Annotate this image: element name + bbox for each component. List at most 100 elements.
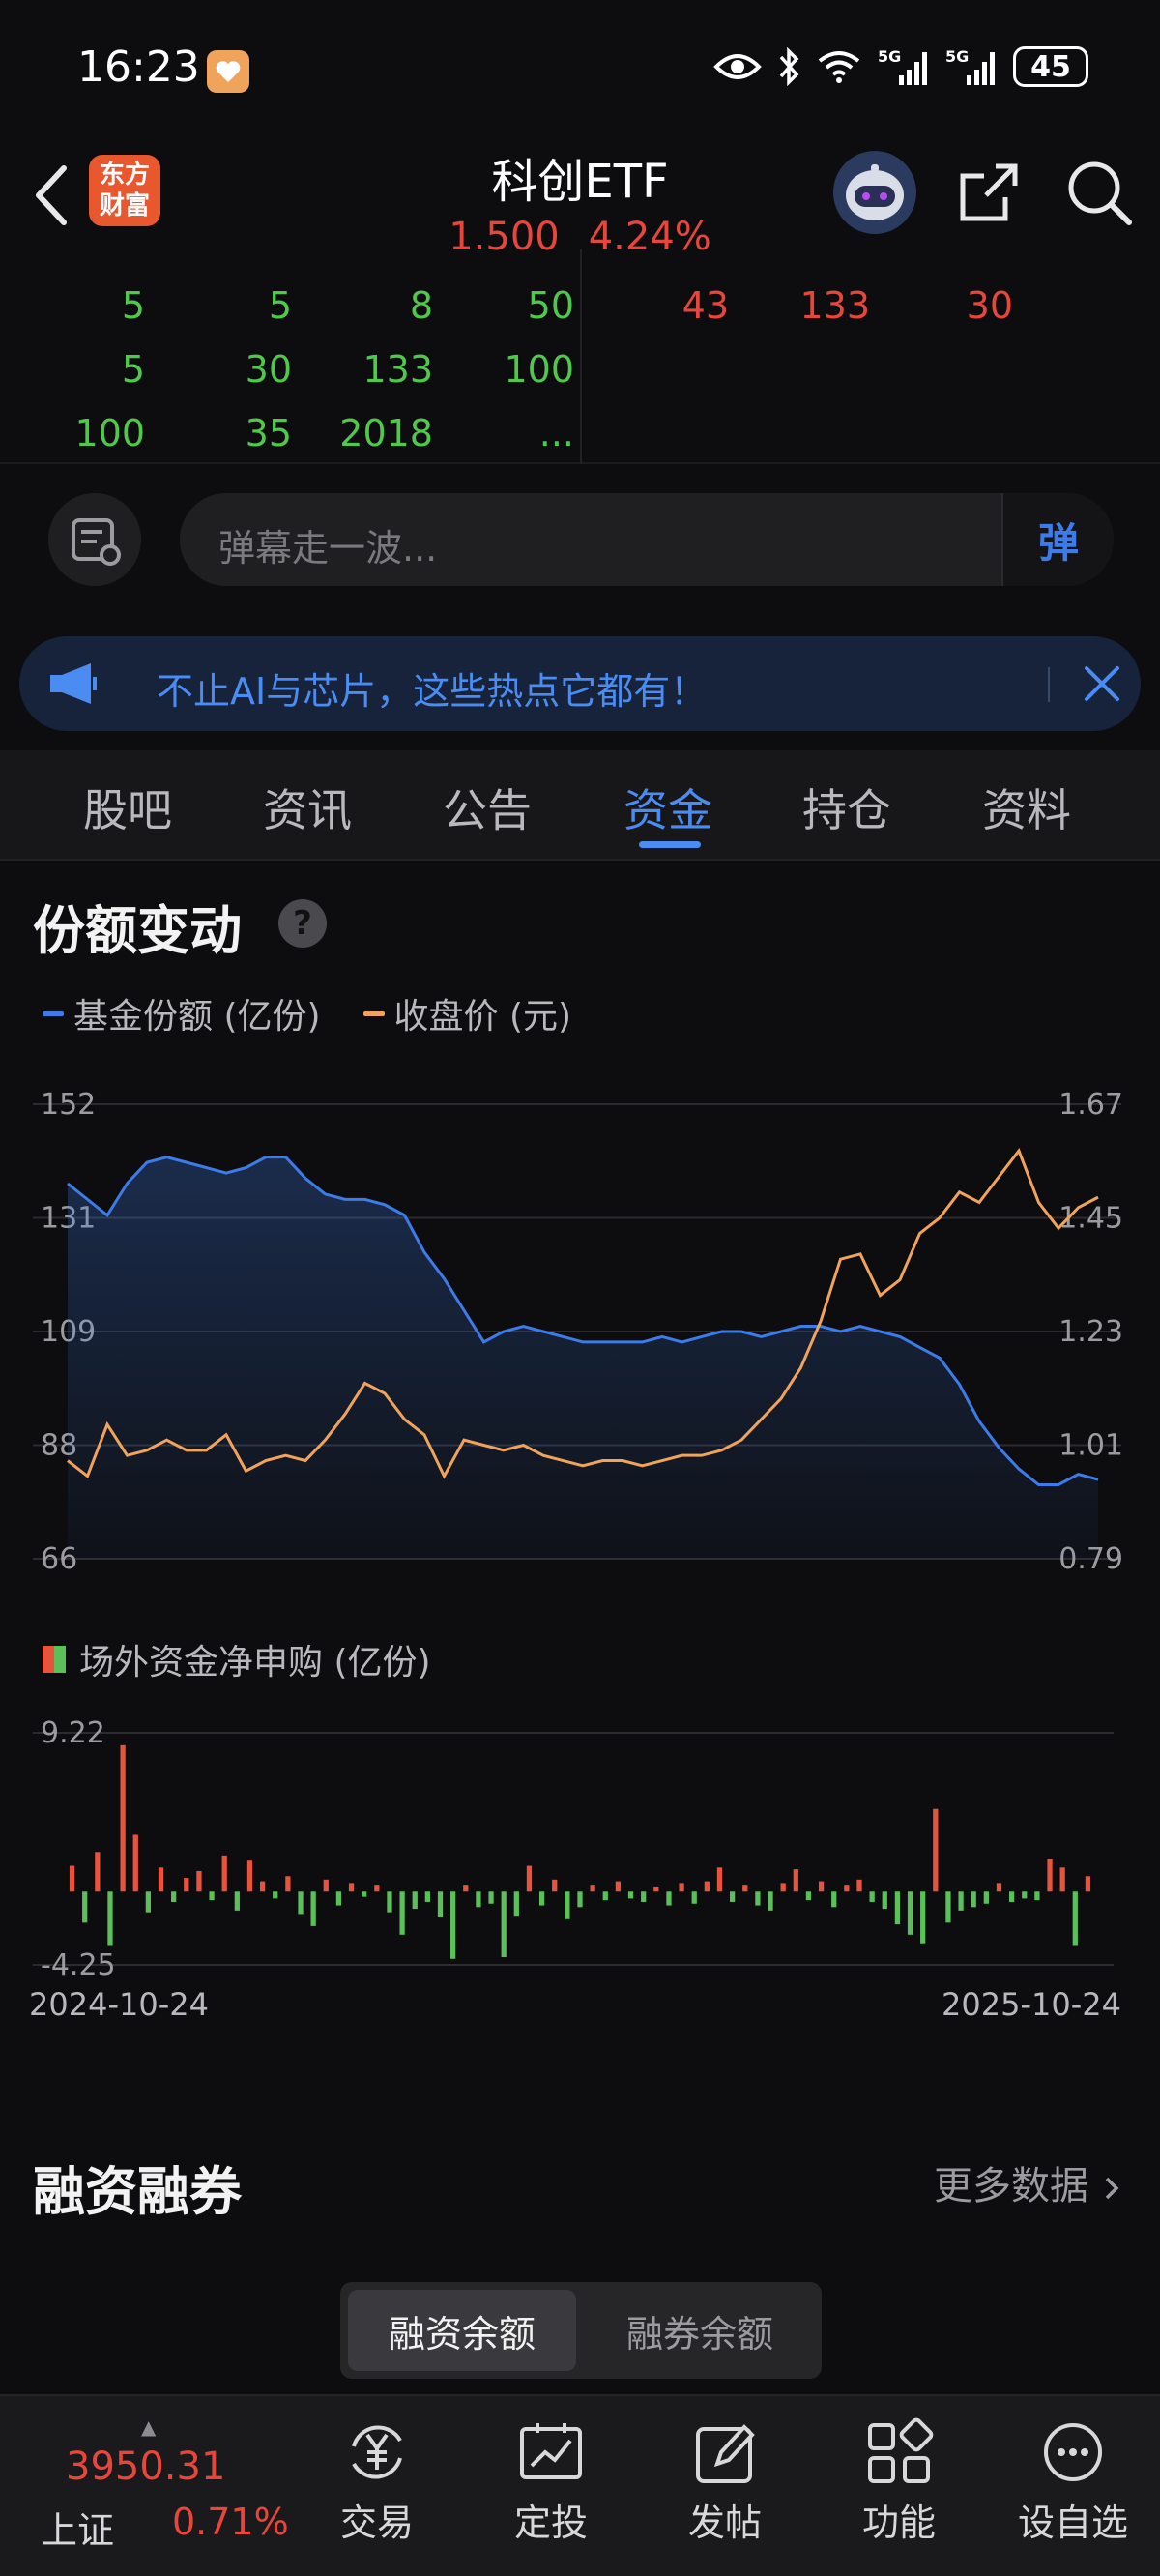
close-icon[interactable] <box>1079 658 1125 710</box>
flow-bar <box>387 1891 392 1913</box>
app-header: 东方 财富 科创ETF 1.500 4.24% <box>0 143 1160 259</box>
more-data-label: 更多数据 <box>934 2164 1088 2209</box>
section-title-margin: 融资融券 <box>33 2161 242 2222</box>
flow-legend-swatch <box>43 1646 66 1673</box>
share-price-chart[interactable]: 1521.671311.451091.23881.01660.79 <box>0 1064 1160 1586</box>
index-value[interactable]: 3950.31 <box>66 2444 225 2489</box>
more-data-link[interactable]: 更多数据 <box>934 2154 1122 2210</box>
ai-assistant-button[interactable] <box>833 151 916 234</box>
nav-trade[interactable]: 交易 <box>300 2410 454 2574</box>
flow-bar <box>920 1891 926 1944</box>
segment-financing-balance[interactable]: 融资余额 <box>348 2290 576 2371</box>
flow-bar <box>196 1870 202 1892</box>
flow-bar <box>513 1891 519 1917</box>
net-subscription-chart[interactable]: 9.22 -4.25 <box>0 1702 1160 1982</box>
index-change[interactable]: 0.71% <box>172 2501 289 2543</box>
book-cell: ... <box>538 412 574 454</box>
share-button[interactable] <box>951 155 1027 230</box>
flow-bar <box>95 1852 101 1892</box>
nav-fixed-investment[interactable]: 定投 <box>474 2410 628 2574</box>
book-cell: 50 <box>527 284 574 327</box>
svg-text:5G: 5G <box>945 47 969 66</box>
danmu-toggle-button[interactable]: 弹 <box>1001 493 1114 586</box>
flow-bar <box>793 1869 798 1892</box>
flow-bar <box>818 1881 825 1892</box>
flow-bar <box>120 1744 126 1892</box>
flow-bar <box>1034 1891 1040 1901</box>
tab-funds[interactable]: 资金 <box>624 776 712 839</box>
tab-announcements[interactable]: 公告 <box>443 776 532 839</box>
search-button[interactable] <box>1061 155 1137 230</box>
date-end-label: 2025-10-24 <box>942 1986 1121 2023</box>
flow-bar <box>399 1891 405 1935</box>
legend-swatch-price <box>362 1010 385 1016</box>
danmu-input[interactable]: 弹幕走一波... 弹 <box>180 493 1114 586</box>
flow-bar <box>69 1865 75 1892</box>
flow-bar <box>374 1885 380 1892</box>
book-cell: 100 <box>74 412 145 454</box>
bottom-nav: ▲ 3950.31 上证 0.71% 交易 定投 发帖 功能 设自选 <box>0 2394 1160 2576</box>
flow-bar <box>488 1891 494 1904</box>
nav-functions[interactable]: 功能 <box>822 2410 976 2574</box>
flow-bar <box>996 1883 1002 1892</box>
flow-bar <box>526 1865 533 1892</box>
tab-profile[interactable]: 资料 <box>982 776 1071 839</box>
promo-banner[interactable]: 不止AI与芯片，这些热点它都有！ <box>19 636 1141 731</box>
status-icons: 5G 5G 45 <box>713 46 1088 87</box>
flow-bar <box>424 1891 430 1902</box>
flow-bar <box>158 1867 164 1892</box>
flow-bar <box>1085 1876 1091 1892</box>
robot-icon <box>846 164 904 220</box>
nav-add-watchlist[interactable]: 设自选 <box>996 2410 1150 2574</box>
book-cell: 100 <box>504 348 574 391</box>
megaphone-icon <box>50 663 97 704</box>
flow-bar <box>730 1891 736 1902</box>
legend-label-share: 基金份额 (亿份) <box>73 997 321 1037</box>
book-cell: 43 <box>682 284 729 327</box>
flow-bar <box>437 1891 444 1918</box>
flow-bar <box>666 1891 672 1906</box>
flow-bar <box>209 1891 215 1901</box>
flow-bar <box>1059 1867 1065 1892</box>
section-title-share-change: 份额变动 <box>33 900 242 961</box>
flow-bar <box>145 1891 152 1913</box>
index-name[interactable]: 上证 <box>41 2501 114 2554</box>
danmu-toggle-label: 弹 <box>1037 518 1079 567</box>
tab-holdings[interactable]: 持仓 <box>802 776 891 839</box>
book-cell: 5 <box>268 284 292 327</box>
flow-bar <box>958 1891 964 1911</box>
chart-legend: 基金份额 (亿份) 收盘价 (元) <box>43 988 571 1039</box>
book-cell: 30 <box>245 348 292 391</box>
book-cell: 133 <box>362 348 433 391</box>
banner-separator <box>1048 667 1050 702</box>
legend-swatch-share <box>43 1010 64 1016</box>
segment-securities-lending-balance[interactable]: 融券余额 <box>586 2290 814 2371</box>
tab-news[interactable]: 资讯 <box>263 776 352 839</box>
flow-axis-tick-max: 9.22 <box>41 1716 105 1750</box>
help-icon[interactable]: ? <box>278 899 327 948</box>
flow-bar <box>184 1878 189 1892</box>
flow-bar <box>259 1881 266 1892</box>
flow-bar <box>476 1891 481 1908</box>
flow-bar <box>882 1891 887 1910</box>
danmu-settings-button[interactable] <box>48 493 141 586</box>
svg-text:5G: 5G <box>878 47 901 66</box>
date-start-label: 2024-10-24 <box>29 1986 209 2023</box>
status-time: 16:23 <box>77 43 200 92</box>
flow-legend: 场外资金净申购 (亿份) <box>43 1634 431 1684</box>
order-book-fragment: 5 5 8 50 5 30 133 100 100 35 2018 ... 43… <box>0 249 1160 464</box>
flow-bar <box>1072 1891 1078 1946</box>
flow-bar <box>107 1891 113 1946</box>
tab-guba[interactable]: 股吧 <box>83 776 172 839</box>
signal-5g-icon: 5G <box>878 47 927 85</box>
flow-bar <box>246 1860 253 1892</box>
nav-post[interactable]: 发帖 <box>648 2410 802 2574</box>
yen-cycle-icon <box>352 2425 402 2479</box>
flow-bar <box>894 1891 901 1925</box>
flow-bar <box>933 1808 939 1892</box>
flow-bar <box>653 1886 659 1892</box>
chevron-up-icon[interactable]: ▲ <box>141 2415 156 2439</box>
active-tab-indicator <box>639 841 701 848</box>
flow-bar <box>907 1891 914 1935</box>
flow-bar <box>945 1891 951 1923</box>
